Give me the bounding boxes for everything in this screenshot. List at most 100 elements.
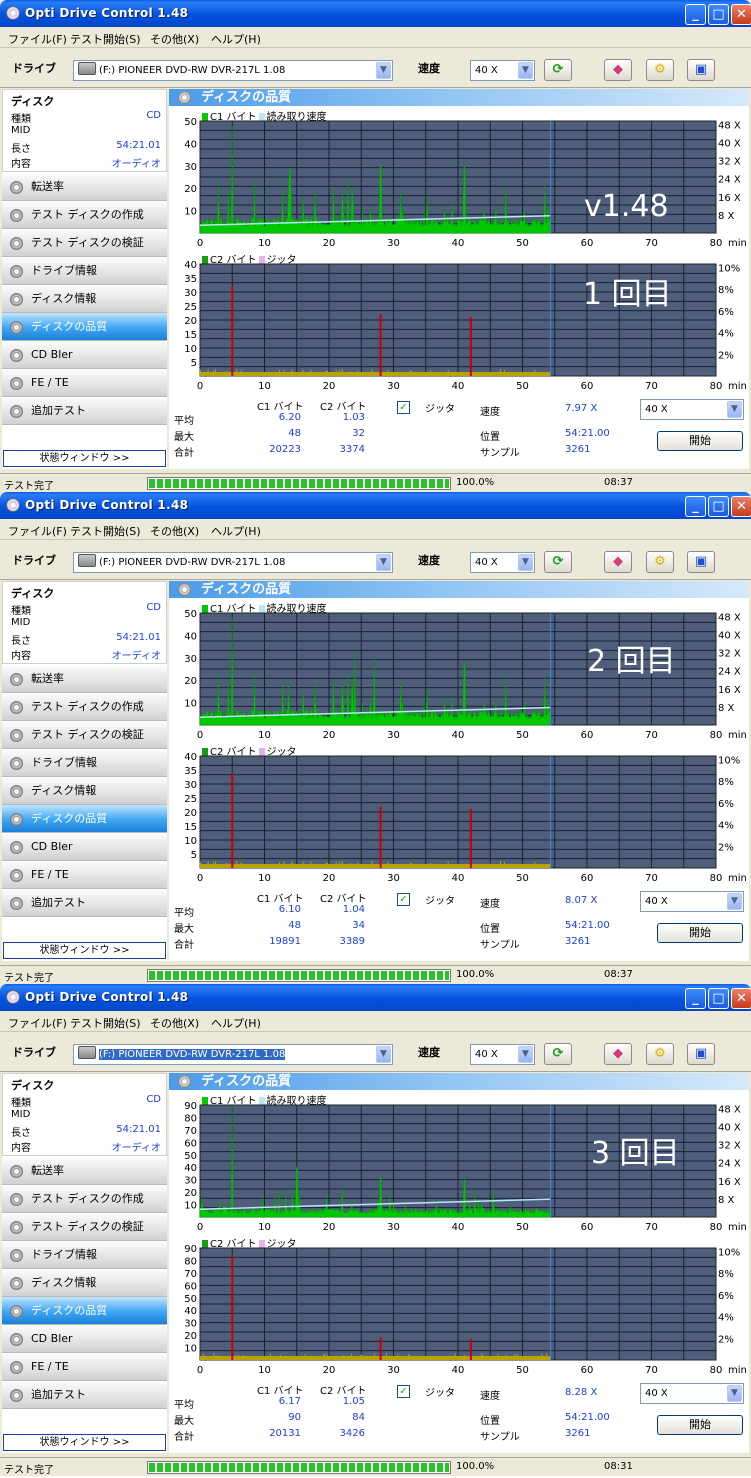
sidebar-nav-item[interactable]: 追加テスト bbox=[2, 397, 167, 425]
title-bar[interactable]: Opti Drive Control 1.48 _ □ ✕ bbox=[0, 984, 751, 1011]
sidebar-nav-item[interactable]: FE / TE bbox=[2, 1353, 167, 1381]
test-speed-select[interactable]: 40 X ▼ bbox=[640, 891, 744, 912]
jitter-checkbox[interactable]: ✓ bbox=[397, 1385, 410, 1398]
eraser-icon[interactable]: ◆ bbox=[604, 59, 632, 81]
sidebar-nav-item[interactable]: CD Bler bbox=[2, 1325, 167, 1353]
y-tick-label: 30 bbox=[184, 1176, 197, 1187]
status-window-button[interactable]: 状態ウィンドウ >> bbox=[3, 450, 166, 467]
menu-item[interactable]: ファイル(F) bbox=[8, 31, 67, 47]
speed-select[interactable]: 40 X ▼ bbox=[470, 552, 535, 573]
sidebar-nav-item[interactable]: CD Bler bbox=[2, 833, 167, 861]
status-window-button[interactable]: 状態ウィンドウ >> bbox=[3, 1434, 166, 1451]
jitter-checkbox[interactable]: ✓ bbox=[397, 893, 410, 906]
x-unit-label: min bbox=[728, 730, 747, 741]
test-speed-select[interactable]: 40 X ▼ bbox=[640, 399, 744, 420]
test-speed-select[interactable]: 40 X ▼ bbox=[640, 1383, 744, 1404]
menu-item[interactable]: ヘルプ(H) bbox=[211, 31, 261, 47]
minimize-button[interactable]: _ bbox=[685, 988, 706, 1009]
sidebar-nav-item[interactable]: 転送率 bbox=[2, 1157, 167, 1185]
chevron-down-icon[interactable]: ▼ bbox=[376, 554, 391, 571]
sidebar-nav-item[interactable]: ドライブ情報 bbox=[2, 749, 167, 777]
speed-select[interactable]: 40 X ▼ bbox=[470, 60, 535, 81]
chevron-down-icon[interactable]: ▼ bbox=[727, 893, 742, 910]
sidebar-nav-item[interactable]: ディスク情報 bbox=[2, 777, 167, 805]
sidebar-nav-item[interactable]: FE / TE bbox=[2, 369, 167, 397]
sidebar-nav-item[interactable]: テスト ディスクの検証 bbox=[2, 721, 167, 749]
maximize-button[interactable]: □ bbox=[708, 988, 729, 1009]
maximize-button[interactable]: □ bbox=[708, 496, 729, 517]
disc-icon bbox=[10, 1333, 23, 1346]
x-tick-label: 50 bbox=[516, 238, 529, 249]
sidebar-nav-item[interactable]: テスト ディスクの検証 bbox=[2, 1213, 167, 1241]
chevron-down-icon[interactable]: ▼ bbox=[518, 1046, 533, 1063]
sidebar-nav-item[interactable]: ディスクの品質 bbox=[2, 313, 167, 341]
sidebar-nav-item[interactable]: ディスクの品質 bbox=[2, 805, 167, 833]
drive-select[interactable]: (F:) PIONEER DVD-RW DVR-217L 1.08 ▼ bbox=[73, 1044, 393, 1065]
eraser-icon[interactable]: ◆ bbox=[604, 1043, 632, 1065]
disc-info-key: 種類 bbox=[11, 606, 31, 617]
speed-select[interactable]: 40 X ▼ bbox=[470, 1044, 535, 1065]
sidebar-nav-item[interactable]: 追加テスト bbox=[2, 889, 167, 917]
sidebar-nav-item[interactable]: CD Bler bbox=[2, 341, 167, 369]
sidebar-nav-item[interactable]: ディスク情報 bbox=[2, 1269, 167, 1297]
menu-item[interactable]: その他(X) bbox=[150, 31, 199, 47]
sidebar-nav-item[interactable]: テスト ディスクの作成 bbox=[2, 1185, 167, 1213]
minimize-button[interactable]: _ bbox=[685, 4, 706, 25]
chevron-down-icon[interactable]: ▼ bbox=[518, 62, 533, 79]
gears-icon[interactable]: ⚙ bbox=[646, 551, 674, 573]
start-button[interactable]: 開始 bbox=[657, 1415, 743, 1435]
minimize-button[interactable]: _ bbox=[685, 496, 706, 517]
start-button[interactable]: 開始 bbox=[657, 923, 743, 943]
save-icon[interactable]: ▣ bbox=[687, 1043, 715, 1065]
eraser-icon[interactable]: ◆ bbox=[604, 551, 632, 573]
menu-item[interactable]: ヘルプ(H) bbox=[211, 1015, 261, 1031]
sidebar-nav-item[interactable]: ディスクの品質 bbox=[2, 1297, 167, 1325]
save-icon[interactable]: ▣ bbox=[687, 59, 715, 81]
status-window-button[interactable]: 状態ウィンドウ >> bbox=[3, 942, 166, 959]
refresh-icon[interactable]: ⟳ bbox=[544, 1043, 572, 1065]
drive-select[interactable]: (F:) PIONEER DVD-RW DVR-217L 1.08 ▼ bbox=[73, 60, 393, 81]
chevron-down-icon[interactable]: ▼ bbox=[376, 62, 391, 79]
menu-item[interactable]: テスト開始(S) bbox=[70, 523, 141, 539]
sidebar-nav-item[interactable]: 転送率 bbox=[2, 173, 167, 201]
drive-select[interactable]: (F:) PIONEER DVD-RW DVR-217L 1.08 ▼ bbox=[73, 552, 393, 573]
close-button[interactable]: ✕ bbox=[731, 496, 751, 517]
speed-select-value: 40 X bbox=[475, 65, 498, 76]
sidebar-nav-item[interactable]: テスト ディスクの作成 bbox=[2, 693, 167, 721]
sidebar-nav-item[interactable]: テスト ディスクの作成 bbox=[2, 201, 167, 229]
elapsed-time: 08:31 bbox=[604, 1461, 633, 1472]
refresh-icon[interactable]: ⟳ bbox=[544, 551, 572, 573]
menu-item[interactable]: ファイル(F) bbox=[8, 523, 67, 539]
menu-item[interactable]: テスト開始(S) bbox=[70, 31, 141, 47]
menu-item[interactable]: ファイル(F) bbox=[8, 1015, 67, 1031]
menu-item[interactable]: ヘルプ(H) bbox=[211, 523, 261, 539]
chevron-down-icon[interactable]: ▼ bbox=[727, 1385, 742, 1402]
jitter-checkbox[interactable]: ✓ bbox=[397, 401, 410, 414]
close-button[interactable]: ✕ bbox=[731, 988, 751, 1009]
menu-item[interactable]: テスト開始(S) bbox=[70, 1015, 141, 1031]
sidebar-nav-item[interactable]: ドライブ情報 bbox=[2, 257, 167, 285]
sidebar-nav-item[interactable]: 追加テスト bbox=[2, 1381, 167, 1409]
chevron-down-icon[interactable]: ▼ bbox=[518, 554, 533, 571]
chevron-down-icon[interactable]: ▼ bbox=[727, 401, 742, 418]
gears-icon[interactable]: ⚙ bbox=[646, 59, 674, 81]
save-icon[interactable]: ▣ bbox=[687, 551, 715, 573]
y2-tick-label: 48 X bbox=[718, 612, 741, 623]
sidebar-nav-item[interactable]: FE / TE bbox=[2, 861, 167, 889]
start-button[interactable]: 開始 bbox=[657, 431, 743, 451]
gears-icon[interactable]: ⚙ bbox=[646, 1043, 674, 1065]
sidebar-nav-item[interactable]: ディスク情報 bbox=[2, 285, 167, 313]
y2-tick-label: 8 X bbox=[718, 1195, 735, 1206]
sidebar-nav-item[interactable]: テスト ディスクの検証 bbox=[2, 229, 167, 257]
maximize-button[interactable]: □ bbox=[708, 4, 729, 25]
disc-icon bbox=[10, 673, 23, 686]
menu-item[interactable]: その他(X) bbox=[150, 523, 199, 539]
sidebar-nav-item[interactable]: ドライブ情報 bbox=[2, 1241, 167, 1269]
title-bar[interactable]: Opti Drive Control 1.48 _ □ ✕ bbox=[0, 492, 751, 519]
menu-item[interactable]: その他(X) bbox=[150, 1015, 199, 1031]
chevron-down-icon[interactable]: ▼ bbox=[376, 1046, 391, 1063]
refresh-icon[interactable]: ⟳ bbox=[544, 59, 572, 81]
sidebar-nav-item[interactable]: 転送率 bbox=[2, 665, 167, 693]
close-button[interactable]: ✕ bbox=[731, 4, 751, 25]
title-bar[interactable]: Opti Drive Control 1.48 _ □ ✕ bbox=[0, 0, 751, 27]
